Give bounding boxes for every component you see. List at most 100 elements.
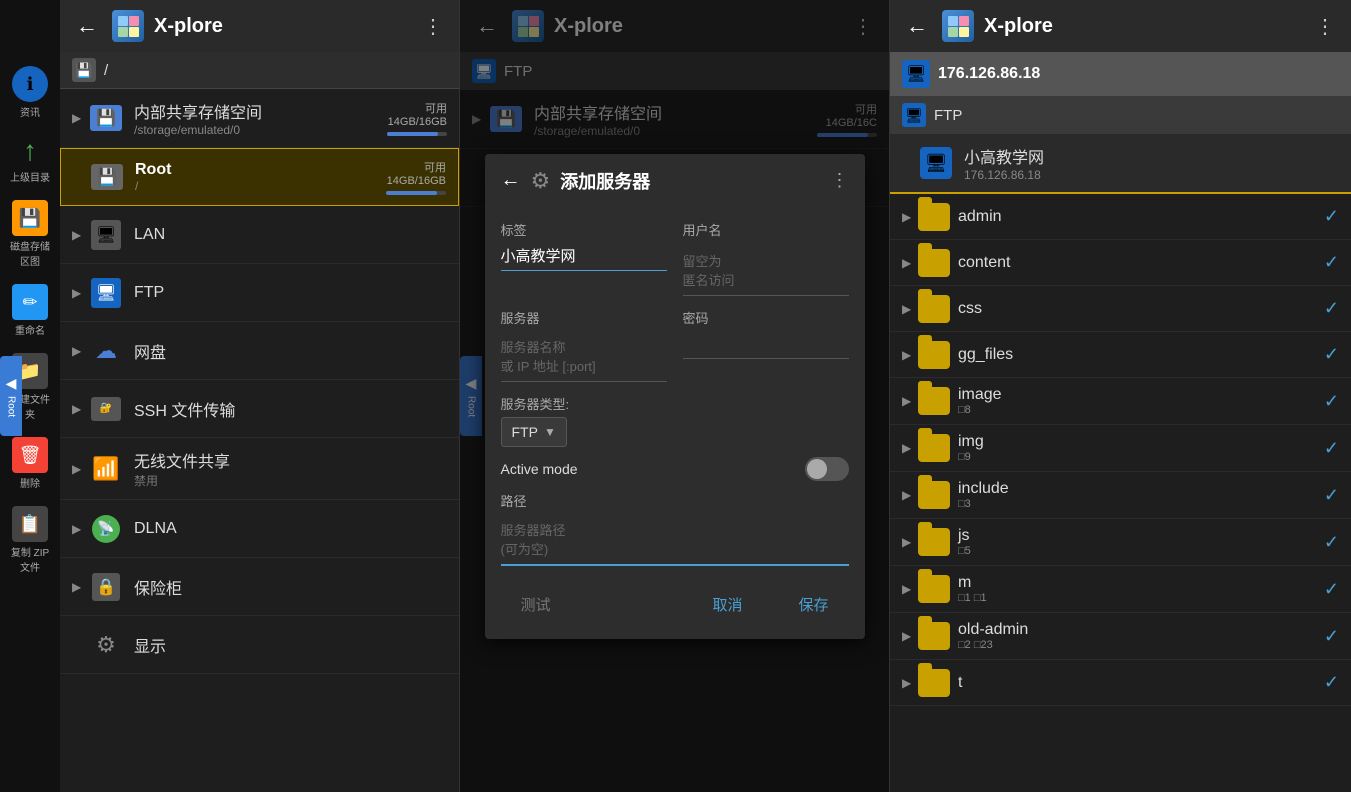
list-item[interactable]: ▶ include □3 ✓ xyxy=(890,472,1351,519)
dropdown-arrow-icon: ▼ xyxy=(544,425,556,439)
folder-name: content xyxy=(958,254,1324,272)
expand-icon: ▶ xyxy=(902,256,918,270)
left-root-bar: 💾 / xyxy=(60,52,459,89)
root-icon: 💾 xyxy=(89,159,125,195)
file-info-display: 显示 xyxy=(134,633,447,657)
file-item-dlna[interactable]: ▶ 📡 DLNA xyxy=(60,500,459,558)
folder-icon xyxy=(918,576,950,602)
folder-name: t xyxy=(958,674,1324,692)
dialog-server-type-select[interactable]: FTP ▼ xyxy=(501,417,567,447)
dialog-menu-button[interactable]: ⋮ xyxy=(831,170,849,191)
right-server-info: 小高教学网 176.126.86.18 xyxy=(964,144,1339,182)
sidebar-disk-label: 磁盘存储区图 xyxy=(6,238,54,268)
dlna-icon-wrapper: 📡 xyxy=(88,511,124,547)
disk-icon: 💾 xyxy=(12,200,48,236)
save-button[interactable]: 保存 xyxy=(778,586,848,623)
folder-icon xyxy=(918,388,950,414)
list-item[interactable]: ▶ m □1 □1 ✓ xyxy=(890,566,1351,613)
file-item-vault[interactable]: ▶ 🔒 保险柜 xyxy=(60,558,459,616)
dialog-right-buttons: 取消 保存 xyxy=(692,586,848,623)
list-item[interactable]: ▶ old-admin □2 □23 ✓ xyxy=(890,613,1351,660)
list-item[interactable]: ▶ img □9 ✓ xyxy=(890,425,1351,472)
root-bar-icon: 💾 xyxy=(72,58,96,82)
left-menu-button[interactable]: ⋮ xyxy=(419,10,447,43)
file-item-display[interactable]: ⚙ 显示 xyxy=(60,616,459,674)
checkmark-icon: ✓ xyxy=(1324,391,1339,412)
folder-count: □8 xyxy=(958,404,1324,416)
dialog-password-col: 密码 xyxy=(683,308,849,382)
dialog-back-button[interactable]: ← xyxy=(501,169,521,192)
file-item-lan[interactable]: ▶ 🖥 LAN xyxy=(60,206,459,264)
expand-icon: ▶ xyxy=(902,535,918,549)
active-mode-toggle[interactable] xyxy=(805,457,849,481)
expand-icon: ▶ xyxy=(902,676,918,690)
dialog-tag-col: 标签 xyxy=(501,220,667,296)
file-available-root: 可用 xyxy=(386,159,446,175)
list-item[interactable]: ▶ t ✓ xyxy=(890,660,1351,706)
left-back-button[interactable]: ← xyxy=(72,9,102,43)
dialog-path-section: 路径 服务器路径(可为空) xyxy=(501,491,849,566)
folder-count: □1 □1 xyxy=(958,592,1324,604)
sidebar-item-info[interactable]: ℹ 资讯 xyxy=(2,60,58,125)
list-item[interactable]: ▶ js □5 ✓ xyxy=(890,519,1351,566)
dialog-tag-username-row: 标签 用户名 留空为匿名访问 xyxy=(501,220,849,296)
sidebar-item-up[interactable]: ↑ 上级目录 xyxy=(2,129,58,190)
list-item[interactable]: ▶ admin ✓ xyxy=(890,194,1351,240)
file-name-internal: 内部共享存储空间 xyxy=(134,99,387,123)
folder-info: include □3 xyxy=(958,480,1324,510)
file-item-internal[interactable]: ▶ 💾 内部共享存储空间 /storage/emulated/0 可用 14GB… xyxy=(60,89,459,148)
checkmark-icon: ✓ xyxy=(1324,298,1339,319)
file-name-lan: LAN xyxy=(134,226,447,244)
list-item[interactable]: ▶ content ✓ xyxy=(890,240,1351,286)
right-back-button[interactable]: ← xyxy=(902,9,932,43)
delete-icon: 🗑 xyxy=(12,437,48,473)
sidebar-item-copy[interactable]: 📋 复制 ZIP 文件 xyxy=(2,500,58,580)
checkmark-icon: ✓ xyxy=(1324,672,1339,693)
list-item[interactable]: ▶ css ✓ xyxy=(890,286,1351,332)
folder-icon xyxy=(918,435,950,461)
file-item-root[interactable]: 💾 Root / 可用 14GB/16GB xyxy=(60,148,459,206)
cancel-button[interactable]: 取消 xyxy=(692,586,762,623)
right-folder-list: ▶ admin ✓ ▶ content ✓ ▶ xyxy=(890,194,1351,792)
list-item[interactable]: ▶ gg_files ✓ xyxy=(890,332,1351,378)
sidebar-item-rename[interactable]: ✏ 重命名 xyxy=(2,278,58,343)
expand-icon: ▶ xyxy=(902,488,918,502)
folder-info: old-admin □2 □23 xyxy=(958,621,1324,651)
right-server-item[interactable]: 🖥 小高教学网 176.126.86.18 xyxy=(890,134,1351,194)
cloud-icon: ☁ xyxy=(95,338,117,364)
folder-info: admin xyxy=(958,208,1324,226)
file-size: 14GB/16GB xyxy=(387,116,447,128)
dialog-actions: 测试 取消 保存 xyxy=(485,574,865,639)
right-app-icon xyxy=(942,10,974,42)
list-item[interactable]: ▶ image □8 ✓ xyxy=(890,378,1351,425)
file-path-root: / xyxy=(135,179,386,193)
file-size-root: 14GB/16GB xyxy=(386,175,446,187)
dialog-password-input[interactable] xyxy=(683,331,849,359)
test-button[interactable]: 测试 xyxy=(501,586,571,623)
folder-icon xyxy=(918,250,950,276)
folder-icon xyxy=(918,296,950,322)
file-item-ssh[interactable]: ▶ 🔐 SSH 文件传输 xyxy=(60,380,459,438)
file-item-wifi[interactable]: ▶ 📶 无线文件共享 禁用 xyxy=(60,438,459,500)
folder-count: □9 xyxy=(958,451,1324,463)
dialog-tag-input[interactable] xyxy=(501,243,667,271)
file-name-wifi: 无线文件共享 xyxy=(134,448,447,472)
right-menu-button[interactable]: ⋮ xyxy=(1311,10,1339,43)
sidebar-item-disk[interactable]: 💾 磁盘存储区图 xyxy=(2,194,58,274)
checkmark-icon: ✓ xyxy=(1324,579,1339,600)
file-item-cloud[interactable]: ▶ ☁ 网盘 xyxy=(60,322,459,380)
file-info-ftp: FTP xyxy=(134,284,447,302)
right-server-name: 小高教学网 xyxy=(964,144,1339,168)
expand-vault: ▶ xyxy=(72,580,88,594)
dialog-overlay: ← ⚙ 添加服务器 ⋮ 标签 用户名 留空为匿名访问 xyxy=(460,0,889,792)
file-info-vault: 保险柜 xyxy=(134,575,447,599)
dialog-server-type-select-row: FTP ▼ xyxy=(501,417,849,447)
left-side-tab[interactable]: ◀ Root xyxy=(0,356,22,436)
expand-icon: ▶ xyxy=(902,348,918,362)
sidebar-up-label: 上级目录 xyxy=(10,169,50,184)
sidebar-item-delete[interactable]: 🗑 删除 xyxy=(2,431,58,496)
file-name-cloud: 网盘 xyxy=(134,339,447,363)
ssh-icon-wrapper: 🔐 xyxy=(88,391,124,427)
right-ftp-icon: 🖥 xyxy=(902,103,926,127)
file-item-ftp[interactable]: ▶ 🖥 FTP xyxy=(60,264,459,322)
